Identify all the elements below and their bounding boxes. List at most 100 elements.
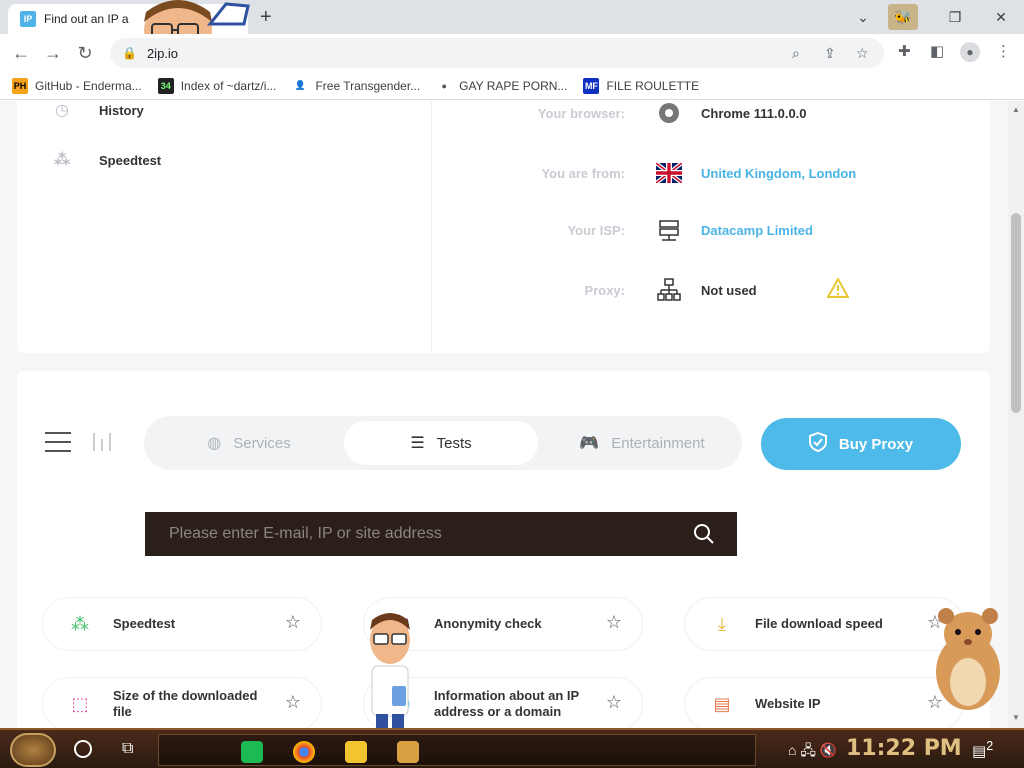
search-icon[interactable] xyxy=(693,523,715,545)
scroll-up-icon[interactable]: ▲ xyxy=(1012,105,1020,114)
share-icon[interactable]: ⇪ xyxy=(824,45,836,62)
side-panel-icon[interactable]: ◧ xyxy=(930,42,944,60)
proxy-label: Proxy: xyxy=(584,282,625,298)
info-row-isp: Your ISP: Datacamp Limited xyxy=(430,215,950,245)
menu-item-label: History xyxy=(99,102,144,118)
search-bar xyxy=(145,512,737,556)
tab-label: Tests xyxy=(436,434,472,452)
bookmark-item[interactable]: MF FILE ROULETTE xyxy=(583,77,700,94)
clock[interactable]: 11:22 PM xyxy=(846,736,962,761)
sticker-hand xyxy=(206,2,250,26)
start-button[interactable] xyxy=(10,733,56,767)
profile-avatar-icon[interactable]: ● xyxy=(960,42,980,62)
spotify-icon[interactable] xyxy=(241,741,263,763)
bookmark-star-icon[interactable]: ☆ xyxy=(856,45,869,62)
globe-icon: ◍ xyxy=(207,435,222,452)
favorite-star-icon[interactable]: ☆ xyxy=(606,612,622,633)
favorite-star-icon[interactable]: ☆ xyxy=(285,612,301,633)
cartoon-man-sticker xyxy=(370,613,410,728)
uk-flag-icon xyxy=(655,163,683,183)
cortana-search-icon[interactable] xyxy=(74,740,92,758)
tab-services[interactable]: ◍ Services xyxy=(154,421,344,465)
url-text: 2ip.io xyxy=(146,45,179,61)
download-icon: ⤓ xyxy=(718,613,726,634)
web-page: ◷ History ⁂ Speedtest Your browser: Chro… xyxy=(0,101,1008,728)
sliders-icon: ☰ xyxy=(410,435,425,452)
favorite-star-icon[interactable]: ☆ xyxy=(606,692,622,713)
tab-entertainment[interactable]: 🎮 Entertainment xyxy=(544,421,740,465)
address-bar[interactable]: 🔒 2ip.io ⌕ ⇪ ☆ xyxy=(110,38,884,68)
category-tabs: ◍ Services ☰ Tests 🎮 Entertainment xyxy=(144,416,742,470)
favorite-star-icon[interactable]: ☆ xyxy=(285,692,301,713)
browser-toolbar: ← → ↻ 🔒 2ip.io ⌕ ⇪ ☆ ✚ ◧ ● ⋮ xyxy=(0,34,1024,72)
menu-item-speedtest[interactable]: ⁂ Speedtest xyxy=(49,147,161,173)
server-icon xyxy=(655,219,683,241)
speedtest-icon: ⁂ xyxy=(53,152,71,169)
forward-icon[interactable]: → xyxy=(40,40,66,66)
network-icon xyxy=(655,278,683,302)
tool-label: File download speed xyxy=(755,616,883,631)
chrome-taskbar-icon[interactable] xyxy=(293,741,315,763)
notification-count: 2 xyxy=(986,739,994,753)
restore-window-icon[interactable]: ❐ xyxy=(940,4,970,30)
tab-label: Entertainment xyxy=(611,434,705,452)
scroll-down-icon[interactable]: ▼ xyxy=(1012,713,1020,722)
tray-icons[interactable]: ⌂ 🖧 🔇 xyxy=(788,740,837,764)
task-view-icon[interactable]: ⧉ xyxy=(122,740,133,758)
lock-icon[interactable]: 🔒 xyxy=(122,46,137,60)
file-explorer-icon[interactable] xyxy=(345,741,367,763)
tools-card: ◍ Services ☰ Tests 🎮 Entertainment Buy P… xyxy=(17,371,990,728)
extensions-icon[interactable]: ✚ xyxy=(898,42,911,60)
buy-proxy-button[interactable]: Buy Proxy xyxy=(761,418,961,470)
isp-link[interactable]: Datacamp Limited xyxy=(701,223,813,238)
notification-center-icon[interactable]: ▤2 xyxy=(972,739,993,760)
game-app-icon[interactable] xyxy=(397,741,419,763)
bookmark-item[interactable]: ● GAY RAPE PORN... xyxy=(436,77,567,94)
new-tab-button[interactable]: + xyxy=(260,6,272,29)
tab-tests[interactable]: ☰ Tests xyxy=(344,421,538,465)
bookmarks-bar: PH GitHub - Enderma... 34 Index of ~dartz/i… xyxy=(0,72,1024,100)
site-favicon: IP xyxy=(20,11,36,27)
bookmark-favicon-icon: ● xyxy=(436,77,453,94)
bookmark-favicon-icon: MF xyxy=(583,77,600,94)
tool-label: Size of the downloaded file xyxy=(113,688,258,719)
bookmark-item[interactable]: 34 Index of ~dartz/i... xyxy=(157,77,277,94)
back-icon[interactable]: ← xyxy=(8,40,34,66)
bookmark-favicon-icon: 👤 xyxy=(292,77,309,94)
hamburger-menu-icon[interactable] xyxy=(45,432,71,452)
bookmark-favicon-icon: 34 xyxy=(157,77,174,94)
warning-icon xyxy=(825,276,850,303)
tool-size-of-downloaded-file[interactable]: ⬚ Size of the downloaded file ☆ xyxy=(42,677,322,728)
menu-kebab-icon[interactable]: ⋮ xyxy=(996,42,1011,60)
reload-icon[interactable]: ↻ xyxy=(72,40,98,66)
history-icon: ◷ xyxy=(55,102,69,119)
bookmark-item[interactable]: PH GitHub - Enderma... xyxy=(12,77,142,94)
scroll-thumb[interactable] xyxy=(1011,213,1021,413)
hamster-sticker xyxy=(936,608,1000,710)
menu-item-history[interactable]: ◷ History xyxy=(49,101,144,123)
bookmark-label: Index of ~dartz/i... xyxy=(180,78,277,93)
search-input[interactable] xyxy=(169,525,669,543)
tool-speedtest[interactable]: ⁂ Speedtest ☆ xyxy=(42,597,322,651)
taskbar-apps xyxy=(158,734,756,766)
info-row-browser: Your browser: Chrome 111.0.0.0 xyxy=(430,101,950,128)
tab-title: Find out an IP a xyxy=(44,12,129,26)
tab-search-icon[interactable]: ⌄ xyxy=(848,4,878,30)
bookmark-favicon-icon: PH xyxy=(12,77,28,94)
bookmark-label: FILE ROULETTE xyxy=(606,78,700,93)
tool-label: Information about an IP address or a dom… xyxy=(434,688,579,719)
info-row-proxy: Proxy: Not used xyxy=(430,275,950,305)
location-link[interactable]: United Kingdom, London xyxy=(701,166,856,181)
columns-icon[interactable] xyxy=(93,433,117,451)
zoom-search-icon[interactable]: ⌕ xyxy=(792,45,800,62)
file-size-icon: ⬚ xyxy=(71,693,89,714)
proxy-value: Not used xyxy=(701,282,757,298)
taskbar: ⧉ ⌂ 🖧 🔇 11:22 PM ▤2 xyxy=(0,728,1024,768)
buy-proxy-label: Buy Proxy xyxy=(838,435,914,453)
shield-icon xyxy=(808,431,827,456)
menu-item-label: Speedtest xyxy=(99,152,162,168)
profile-sticker-icon[interactable]: 🐝 xyxy=(888,4,918,30)
close-window-icon[interactable]: ✕ xyxy=(986,4,1016,30)
bookmark-label: GitHub - Enderma... xyxy=(35,78,142,93)
bookmark-item[interactable]: 👤 Free Transgender... xyxy=(292,77,420,94)
